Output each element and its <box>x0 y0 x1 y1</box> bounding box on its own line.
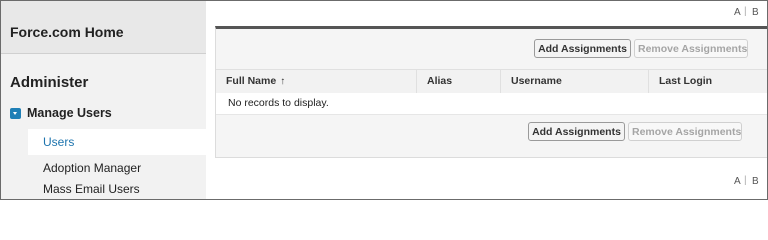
alpha-sep-bottom: | <box>744 175 747 186</box>
sidebar: Force.com Home Administer Manage Users U… <box>1 1 206 199</box>
column-header-last-login[interactable]: Last Login <box>648 70 767 93</box>
collapse-icon[interactable] <box>10 107 21 119</box>
sort-ascending-icon[interactable]: ↑ <box>280 76 285 87</box>
sidebar-item-mass-email-users[interactable]: Mass Email Users <box>43 182 140 196</box>
app-frame: Force.com Home Administer Manage Users U… <box>0 0 768 200</box>
table-empty-row: No records to display. <box>216 93 767 115</box>
alpha-filter-top: A | B <box>206 1 767 23</box>
remove-assignments-button-top[interactable]: Remove Assignments <box>634 39 748 58</box>
assignments-panel: Add Assignments Remove Assignments Full … <box>215 26 767 158</box>
column-header-username[interactable]: Username <box>500 70 648 93</box>
alpha-sep-top: | <box>744 6 747 17</box>
manage-users-group[interactable]: Manage Users <box>10 105 112 121</box>
alpha-b-bottom[interactable]: B <box>752 176 759 187</box>
force-home-link[interactable]: Force.com Home <box>10 24 124 40</box>
remove-assignments-button-bottom[interactable]: Remove Assignments <box>628 122 742 141</box>
column-header-alias[interactable]: Alias <box>416 70 500 93</box>
sidebar-item-users-label[interactable]: Users <box>43 135 74 149</box>
alpha-a-top[interactable]: A <box>734 7 741 18</box>
home-section: Force.com Home <box>1 1 206 54</box>
alpha-b-top[interactable]: B <box>752 7 759 18</box>
add-assignments-button-bottom[interactable]: Add Assignments <box>528 122 625 141</box>
add-assignments-button-top[interactable]: Add Assignments <box>534 39 631 58</box>
sidebar-item-users[interactable]: Users <box>28 129 206 155</box>
administer-heading: Administer <box>10 74 89 91</box>
column-header-full-name[interactable]: Full Name ↑ <box>216 70 416 93</box>
empty-message: No records to display. <box>228 97 329 109</box>
alpha-a-bottom[interactable]: A <box>734 176 741 187</box>
column-label-full-name[interactable]: Full Name <box>226 75 276 87</box>
table-header: Full Name ↑ Alias Username Last Login <box>216 69 767 94</box>
sidebar-item-adoption-manager[interactable]: Adoption Manager <box>43 161 141 175</box>
manage-users-label[interactable]: Manage Users <box>27 106 112 120</box>
